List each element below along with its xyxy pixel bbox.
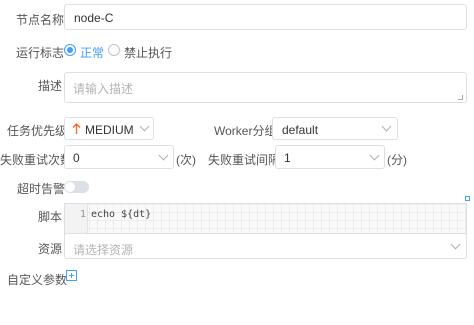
custom-params-label: 自定义参数	[7, 273, 68, 287]
retry-times-label: 失败重试次数	[0, 153, 73, 167]
radio-normal[interactable]	[64, 44, 76, 56]
timeout-alarm-label: 超时告警	[17, 182, 66, 196]
retry-interval-select[interactable]: 1	[275, 145, 385, 169]
retry-times-unit: (次)	[176, 153, 196, 167]
resize-handle-icon[interactable]	[458, 95, 463, 100]
script-label: 脚本	[38, 210, 63, 224]
resources-placeholder: 请选择资源	[73, 243, 134, 257]
chevron-down-icon	[381, 121, 392, 132]
retry-interval-unit: (分)	[387, 153, 407, 167]
priority-label: 任务优先级	[7, 124, 68, 138]
worker-group-label: Worker分组	[214, 124, 277, 138]
arrow-up-icon	[72, 123, 81, 134]
run-flag-label: 运行标志	[16, 46, 65, 60]
priority-value: MEDIUM	[85, 123, 134, 137]
line-number: 1	[80, 209, 87, 220]
priority-select[interactable]: MEDIUM	[64, 117, 154, 140]
radio-forbidden-label[interactable]: 禁止执行	[124, 44, 172, 61]
chevron-down-icon	[139, 121, 150, 132]
retry-interval-value: 1	[284, 151, 291, 165]
timeout-alarm-toggle[interactable]	[64, 181, 89, 193]
script-code: echo ${dt}	[91, 209, 152, 220]
resources-select[interactable]: 请选择资源	[64, 233, 467, 259]
description-label: 描述	[38, 79, 63, 93]
node-name-input[interactable]: node-C	[64, 4, 467, 30]
description-textarea[interactable]: 请输入描述	[64, 72, 467, 103]
node-name-value: node-C	[74, 11, 114, 25]
radio-normal-label[interactable]: 正常	[80, 44, 104, 61]
retry-times-select[interactable]: 0	[64, 145, 174, 169]
chevron-down-icon	[158, 150, 169, 161]
chevron-down-icon	[369, 150, 380, 161]
radio-forbidden[interactable]	[108, 44, 120, 56]
worker-group-value: default	[282, 123, 319, 137]
worker-group-select[interactable]: default	[272, 117, 398, 140]
add-param-icon[interactable]	[66, 270, 77, 281]
retry-times-value: 0	[73, 151, 80, 165]
node-name-label: 节点名称	[16, 13, 65, 27]
resources-label: 资源	[38, 242, 63, 256]
description-placeholder: 请输入描述	[73, 82, 134, 96]
chevron-down-icon	[450, 239, 461, 250]
expand-icon[interactable]	[465, 196, 470, 201]
retry-interval-label: 失败重试间隔	[208, 153, 281, 167]
